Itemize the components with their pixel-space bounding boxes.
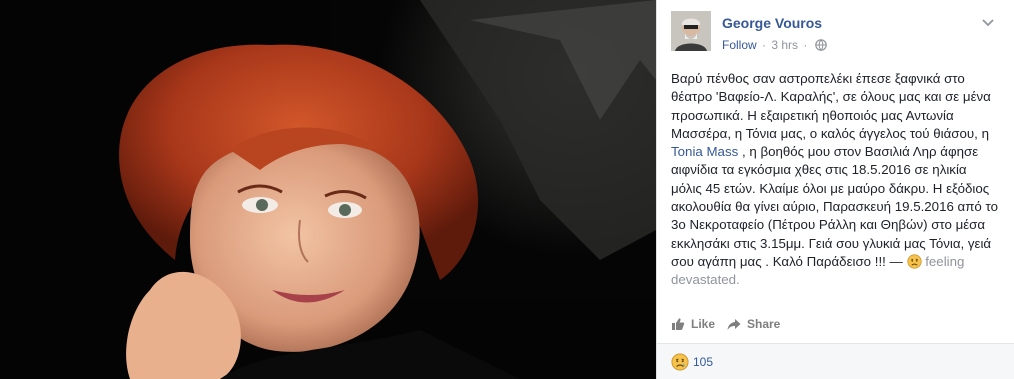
reaction-count: 105	[693, 355, 714, 369]
portrait-image	[0, 0, 656, 379]
post-header: George Vouros Follow · 3 hrs ·	[671, 11, 1004, 57]
post-photo[interactable]	[0, 0, 656, 379]
reactions-bar: 105	[657, 344, 1014, 379]
post-meta: Follow · 3 hrs ·	[722, 38, 827, 52]
like-label: Like	[691, 317, 716, 331]
post-time[interactable]: 3 hrs	[771, 38, 798, 52]
thumbs-up-icon	[672, 318, 685, 330]
share-label: Share	[747, 317, 781, 331]
post-panel: George Vouros Follow · 3 hrs · Βαρύ πένθ…	[656, 0, 1014, 379]
share-button[interactable]: Share	[727, 317, 780, 331]
post-text-part2: , η βοηθός μου στον Βασιλιά Ληρ άφησε αι…	[671, 144, 998, 269]
share-arrow-icon	[727, 318, 741, 330]
tagged-user-link[interactable]: Tonia Mass	[671, 144, 738, 159]
post-actions: Like Share	[671, 317, 1001, 337]
sad-face-icon	[906, 254, 922, 269]
reactions-summary[interactable]: 105	[671, 353, 713, 371]
post-text-part1: Βαρύ πένθος σαν αστροπελέκι έπεσε ξαφνικ…	[671, 71, 991, 141]
sad-reaction-icon	[671, 353, 689, 371]
like-button[interactable]: Like	[671, 317, 715, 331]
follow-link[interactable]: Follow	[722, 38, 757, 52]
avatar[interactable]	[671, 11, 711, 51]
meta-separator: ·	[762, 38, 767, 52]
avatar-image	[671, 11, 711, 51]
meta-separator: ·	[803, 38, 808, 52]
chevron-down-icon[interactable]	[980, 17, 996, 29]
author-name[interactable]: George Vouros	[722, 15, 822, 31]
post-text: Βαρύ πένθος σαν αστροπελέκι έπεσε ξαφνικ…	[671, 70, 1001, 290]
globe-icon[interactable]	[814, 39, 827, 51]
